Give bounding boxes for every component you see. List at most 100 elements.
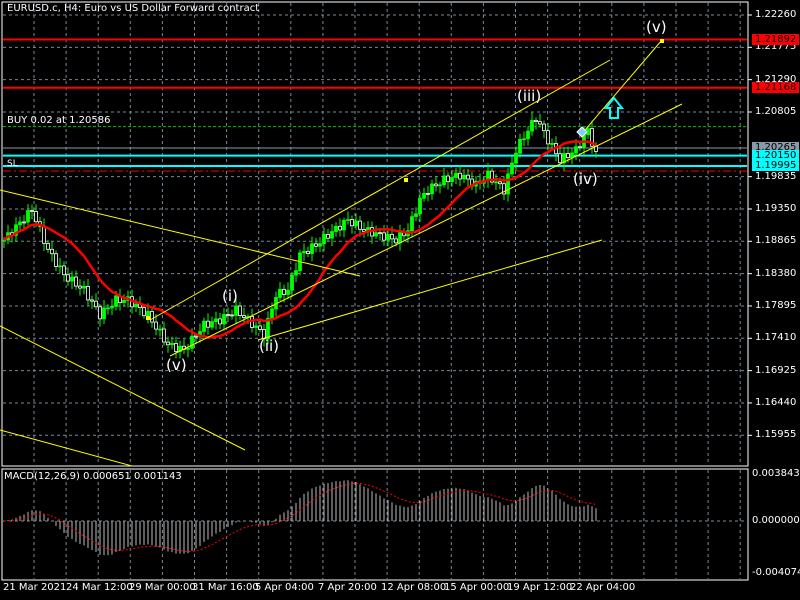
- candle-body: [86, 285, 90, 301]
- candle-body: [106, 307, 110, 310]
- trend-anchor: [146, 316, 150, 320]
- wave-label-i: (i): [222, 287, 238, 305]
- candle-body: [186, 347, 190, 350]
- buy-order-label: BUY 0.02 at 1.20586: [7, 115, 111, 126]
- candle-body: [218, 318, 222, 325]
- candle-body: [290, 274, 294, 291]
- candle-body: [330, 231, 334, 239]
- price-axis-label: 1.19350: [755, 202, 797, 214]
- candle-body: [534, 119, 538, 123]
- candle-body: [310, 243, 314, 254]
- candle-body: [362, 228, 366, 232]
- candle-body: [394, 238, 398, 244]
- candle-body: [358, 220, 362, 230]
- candle-body: [526, 130, 530, 140]
- candle-body: [210, 321, 214, 328]
- wave-label-v-high: (v): [646, 18, 667, 36]
- trend-anchor: [660, 39, 664, 43]
- candle-body: [342, 219, 346, 231]
- candle-body: [270, 308, 274, 319]
- candle-body: [222, 314, 226, 325]
- candle-body: [230, 314, 234, 317]
- candle-body: [338, 225, 342, 231]
- candle-body: [458, 172, 462, 180]
- candle-body: [514, 152, 518, 164]
- candle-body: [430, 183, 434, 195]
- price-axis-label: 1.22260: [755, 9, 797, 20]
- candle-body: [70, 276, 74, 282]
- macd-axis-label: 0.003843: [752, 468, 800, 479]
- candle-body: [390, 233, 394, 240]
- candle-body: [170, 342, 174, 346]
- candle-body: [538, 121, 542, 125]
- time-axis-label: 5 Apr 04:00: [255, 582, 314, 593]
- candle-body: [258, 325, 262, 330]
- time-axis-label: 15 Apr 00:00: [444, 582, 510, 593]
- candle-body: [506, 173, 510, 195]
- chart-title: EURUSD.c, H4: Euro vs US Dollar Forward …: [7, 3, 260, 14]
- time-axis-label: 12 Apr 08:00: [381, 582, 447, 593]
- candle-body: [234, 305, 238, 316]
- candle-body: [34, 211, 38, 223]
- price-axis-label: 1.19835: [755, 170, 797, 182]
- candle-body: [438, 184, 442, 187]
- candle-body: [566, 153, 570, 159]
- time-axis-label: 21 Mar 2021: [3, 582, 67, 593]
- price-tag: 1.21168: [752, 81, 800, 93]
- time-axis-label: 29 Mar 00:00: [129, 582, 196, 593]
- candle-body: [134, 303, 138, 308]
- price-tag: 1.19995: [752, 159, 800, 171]
- candle-body: [190, 335, 194, 349]
- candle-body: [98, 306, 102, 320]
- wave-label-ii: (ii): [259, 337, 280, 355]
- candle-body: [398, 232, 402, 244]
- candle-body: [314, 243, 318, 247]
- price-axis-label: 1.17410: [755, 332, 797, 344]
- candle-body: [206, 320, 210, 328]
- candle-body: [354, 220, 358, 227]
- macd-axis-label: -0.004074: [752, 567, 800, 578]
- time-axis-label: 24 Mar 12:00: [66, 582, 133, 593]
- candle-body: [146, 310, 150, 317]
- candle-body: [542, 123, 546, 132]
- candle-body: [158, 328, 162, 331]
- candle-body: [238, 305, 242, 316]
- candle-body: [202, 320, 206, 332]
- candle-body: [58, 265, 62, 268]
- trend-line: [169, 103, 683, 357]
- candle-body: [302, 250, 306, 254]
- moving-average-line: [3, 140, 597, 339]
- candle-body: [66, 274, 70, 282]
- candle-body: [54, 253, 58, 267]
- candle-body: [82, 285, 86, 289]
- candle-body: [254, 325, 258, 328]
- chart-window[interactable]: EURUSD.c, H4: Euro vs US Dollar Forward …: [0, 0, 800, 600]
- candle-body: [414, 213, 418, 217]
- price-axis-label: 1.16440: [755, 396, 797, 408]
- candle-body: [442, 175, 446, 186]
- price-tag: 1.20150: [752, 149, 800, 161]
- price-chart[interactable]: [0, 0, 800, 600]
- candle-body: [74, 276, 78, 287]
- candle-body: [530, 119, 534, 132]
- candle-body: [306, 250, 310, 254]
- candle-body: [278, 288, 282, 298]
- wave-label-iii: (iii): [517, 87, 542, 105]
- candle-body: [286, 289, 290, 295]
- candle-body: [214, 318, 218, 322]
- candle-body: [454, 172, 458, 178]
- trend-anchor: [404, 178, 408, 182]
- time-axis-label: 19 Apr 12:00: [507, 582, 573, 593]
- candle-body: [418, 197, 422, 215]
- candle-body: [22, 221, 26, 224]
- candle-body: [78, 285, 82, 289]
- trend-line: [584, 39, 663, 131]
- candle-body: [570, 152, 574, 159]
- candle-body: [334, 225, 338, 232]
- candle-body: [26, 210, 30, 223]
- candle-body: [162, 328, 166, 343]
- trend-line: [257, 239, 603, 341]
- candle-body: [174, 342, 178, 352]
- price-axis-label: 1.16925: [755, 364, 797, 376]
- candle-body: [450, 177, 454, 183]
